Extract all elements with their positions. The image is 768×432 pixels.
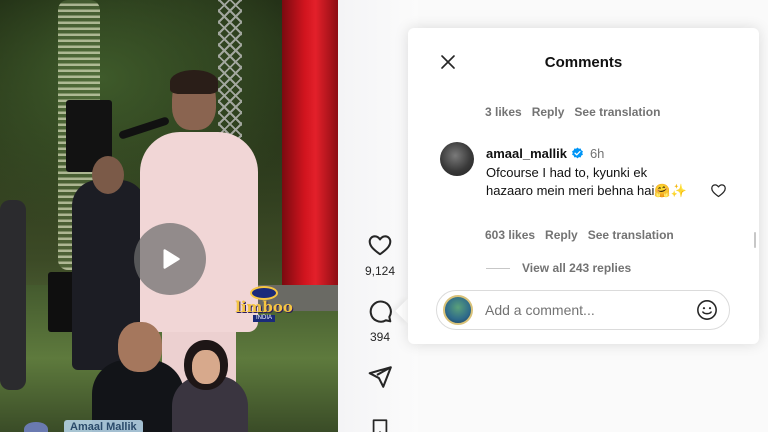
comment-see-translation[interactable]: See translation xyxy=(588,228,674,242)
smiley-icon[interactable] xyxy=(696,299,718,321)
channel-watermark: limboo INDIA xyxy=(235,284,293,324)
reel-video[interactable]: limboo INDIA Amaal Mallik xyxy=(0,0,338,432)
panel-scrollbar[interactable] xyxy=(754,232,756,248)
comment-time: 6h xyxy=(589,146,605,161)
foreground-man-head xyxy=(118,322,162,372)
foreground-woman-face xyxy=(192,350,220,384)
action-rail: 9,124 394 xyxy=(352,0,408,432)
singer-hair xyxy=(170,70,218,94)
comment-count: 394 xyxy=(369,330,391,344)
play-button[interactable] xyxy=(134,223,206,295)
verified-badge-icon xyxy=(572,147,583,159)
screen: limboo INDIA Amaal Mallik 9,124 394 Comm… xyxy=(0,0,768,432)
previous-comment-meta: 3 likes Reply See translation xyxy=(485,105,660,119)
comments-panel: Comments 3 likes Reply See translation a… xyxy=(408,28,759,344)
emoji-button[interactable] xyxy=(695,298,719,322)
send-icon[interactable] xyxy=(367,364,393,390)
prev-reply-button[interactable]: Reply xyxy=(532,105,565,119)
watermark-sub: INDIA xyxy=(252,314,275,323)
current-user-avatar xyxy=(443,295,473,325)
add-comment-input[interactable] xyxy=(485,302,695,318)
share-action[interactable] xyxy=(352,364,408,390)
cameraman-head xyxy=(92,156,124,194)
comment-bubble-icon[interactable] xyxy=(367,298,393,324)
watermark-brand: limboo xyxy=(235,297,293,316)
comment-like-button[interactable] xyxy=(710,182,727,204)
save-action[interactable] xyxy=(352,418,408,432)
creator-caption[interactable]: Amaal Mallik xyxy=(64,420,143,432)
replies-divider xyxy=(486,267,510,269)
heart-outline-icon[interactable] xyxy=(710,182,727,199)
view-replies-label[interactable]: View all 243 replies xyxy=(522,261,631,275)
person-left-edge xyxy=(0,200,26,390)
view-replies[interactable]: View all 243 replies xyxy=(486,261,631,275)
comment-text: Ofcourse I had to, kyunki ek hazaaro mei… xyxy=(486,165,687,198)
panel-title: Comments xyxy=(544,54,623,71)
heart-icon[interactable] xyxy=(367,232,393,258)
comment-header: amaal_mallik 6h xyxy=(486,146,604,161)
play-icon xyxy=(163,249,180,269)
red-curtain xyxy=(282,0,338,300)
comment-likes[interactable]: 603 likes xyxy=(485,228,535,242)
comment-meta: 603 likes Reply See translation xyxy=(485,228,674,242)
creator-avatar[interactable] xyxy=(24,422,48,432)
prev-likes[interactable]: 3 likes xyxy=(485,105,522,119)
prev-see-translation[interactable]: See translation xyxy=(574,105,660,119)
commenter-avatar[interactable] xyxy=(440,142,474,176)
comment-reply-button[interactable]: Reply xyxy=(545,228,578,242)
like-action[interactable]: 9,124 xyxy=(352,232,408,278)
like-count: 9,124 xyxy=(364,264,396,278)
comment-composer xyxy=(436,290,730,330)
commenter-username[interactable]: amaal_mallik xyxy=(486,146,567,161)
bookmark-icon[interactable] xyxy=(369,418,391,432)
